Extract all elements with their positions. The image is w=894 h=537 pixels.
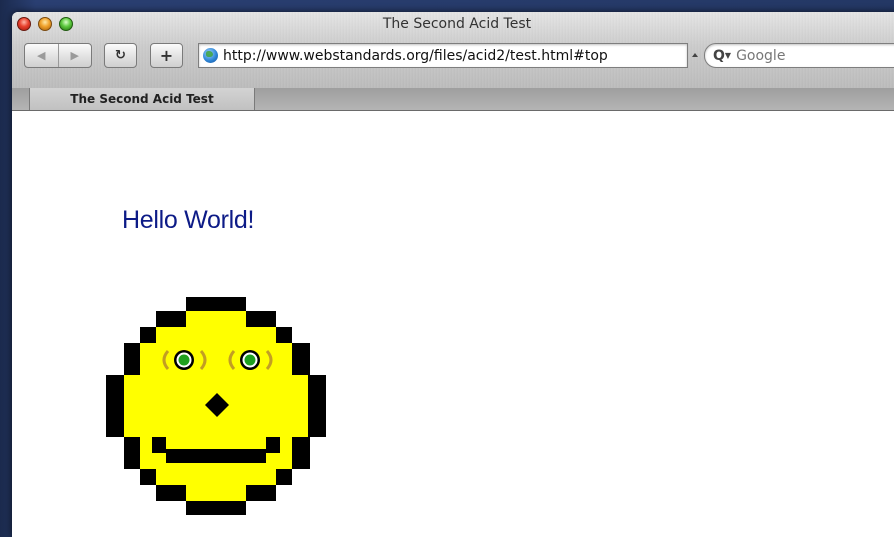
globe-icon xyxy=(203,48,218,63)
chevron-down-icon[interactable]: ▼ xyxy=(725,51,731,60)
forward-button[interactable]: ▶ xyxy=(58,44,91,67)
reload-button[interactable]: ↻ xyxy=(104,43,137,68)
tab-label: The Second Acid Test xyxy=(70,92,214,106)
add-bookmark-button[interactable]: + xyxy=(150,43,183,68)
snapback-icon[interactable] xyxy=(692,53,698,57)
search-input[interactable]: Q ▼ Google xyxy=(704,43,894,68)
window-chrome: The Second Acid Test ◀ ▶ ↻ + http://www.… xyxy=(12,12,894,89)
plus-icon: + xyxy=(159,46,174,65)
back-button[interactable]: ◀ xyxy=(25,44,58,67)
back-arrow-icon: ◀ xyxy=(37,49,46,62)
acid2-smiley-face xyxy=(106,297,326,515)
right-eye xyxy=(240,350,260,370)
reload-icon: ↻ xyxy=(115,48,126,63)
browser-window: The Second Acid Test ◀ ▶ ↻ + http://www.… xyxy=(12,12,894,537)
back-forward-group: ◀ ▶ xyxy=(24,43,92,68)
forward-arrow-icon: ▶ xyxy=(70,49,79,62)
page-heading: Hello World! xyxy=(122,206,255,234)
left-eye xyxy=(174,350,194,370)
search-placeholder: Google xyxy=(736,47,786,64)
page-content: Hello World! xyxy=(12,111,894,537)
window-title: The Second Acid Test xyxy=(382,16,532,32)
address-bar[interactable]: http://www.webstandards.org/files/acid2/… xyxy=(198,43,688,68)
url-text[interactable]: http://www.webstandards.org/files/acid2/… xyxy=(223,48,608,64)
tab-bar: The Second Acid Test xyxy=(12,88,894,111)
tab-the-second-acid-test[interactable]: The Second Acid Test xyxy=(29,88,255,110)
search-icon[interactable]: Q xyxy=(713,48,725,64)
